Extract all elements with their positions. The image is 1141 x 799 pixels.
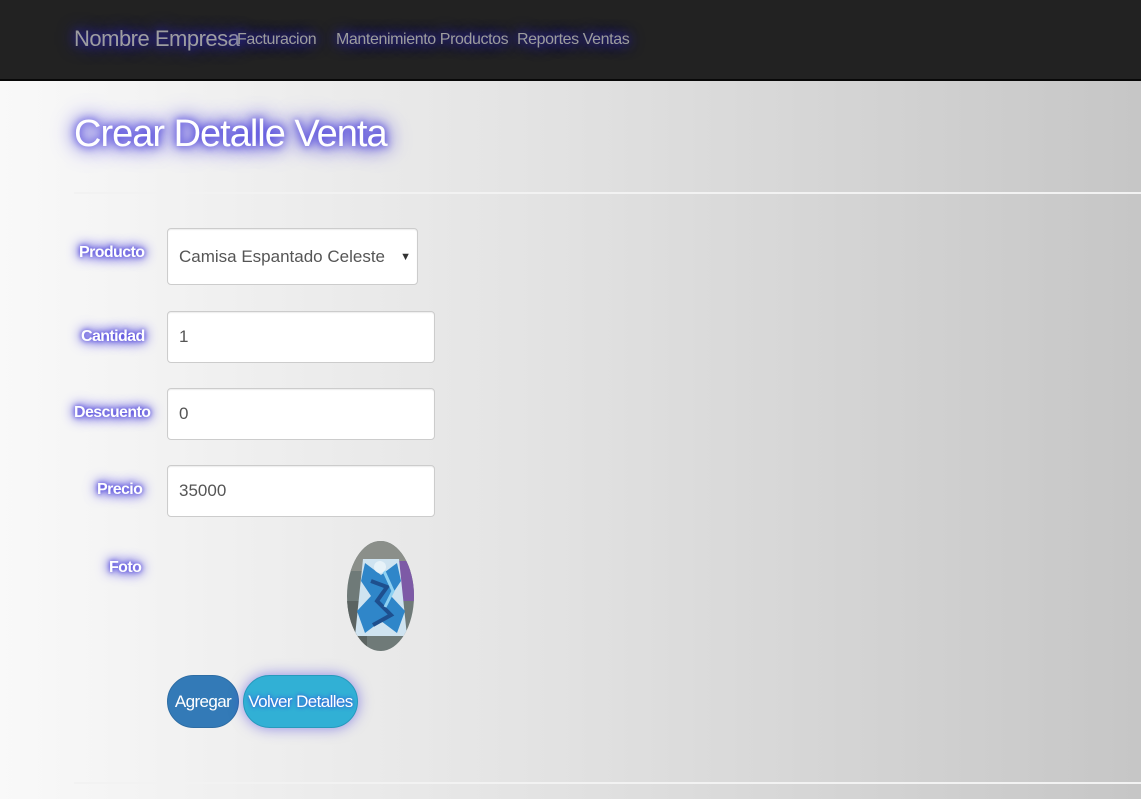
cantidad-label: Cantidad: [81, 328, 145, 345]
volver-detalles-button[interactable]: Volver Detalles: [243, 675, 358, 728]
page-title: Crear Detalle Venta: [74, 113, 388, 155]
descuento-input[interactable]: 0: [167, 388, 435, 440]
foto-label: Foto: [109, 559, 142, 576]
nav-link-reportes-ventas[interactable]: Reportes Ventas: [517, 31, 630, 49]
divider-bottom: [74, 782, 1141, 784]
cantidad-input[interactable]: 1: [167, 311, 435, 363]
precio-input[interactable]: 35000: [167, 465, 435, 517]
agregar-button[interactable]: Agregar: [167, 675, 239, 728]
navbar: Nombre Empresa Facturacion Mantenimiento…: [0, 0, 1141, 81]
descuento-value: 0: [179, 404, 189, 423]
producto-label: Producto: [79, 244, 145, 261]
brand-link[interactable]: Nombre Empresa: [74, 26, 240, 52]
caret-down-icon: ▼: [400, 251, 411, 263]
product-photo: [347, 541, 414, 651]
nav-link-mantenimiento-productos[interactable]: Mantenimiento Productos: [336, 31, 509, 49]
precio-label: Precio: [97, 481, 143, 498]
cantidad-value: 1: [179, 327, 189, 346]
producto-selected-value: Camisa Espantado Celeste: [179, 246, 386, 266]
nav-link-facturacion[interactable]: Facturacion: [237, 31, 317, 49]
divider: [74, 192, 1141, 194]
producto-select[interactable]: Camisa Espantado Celeste ▼: [167, 228, 418, 285]
descuento-label: Descuento: [74, 404, 151, 421]
precio-value: 35000: [179, 481, 227, 500]
